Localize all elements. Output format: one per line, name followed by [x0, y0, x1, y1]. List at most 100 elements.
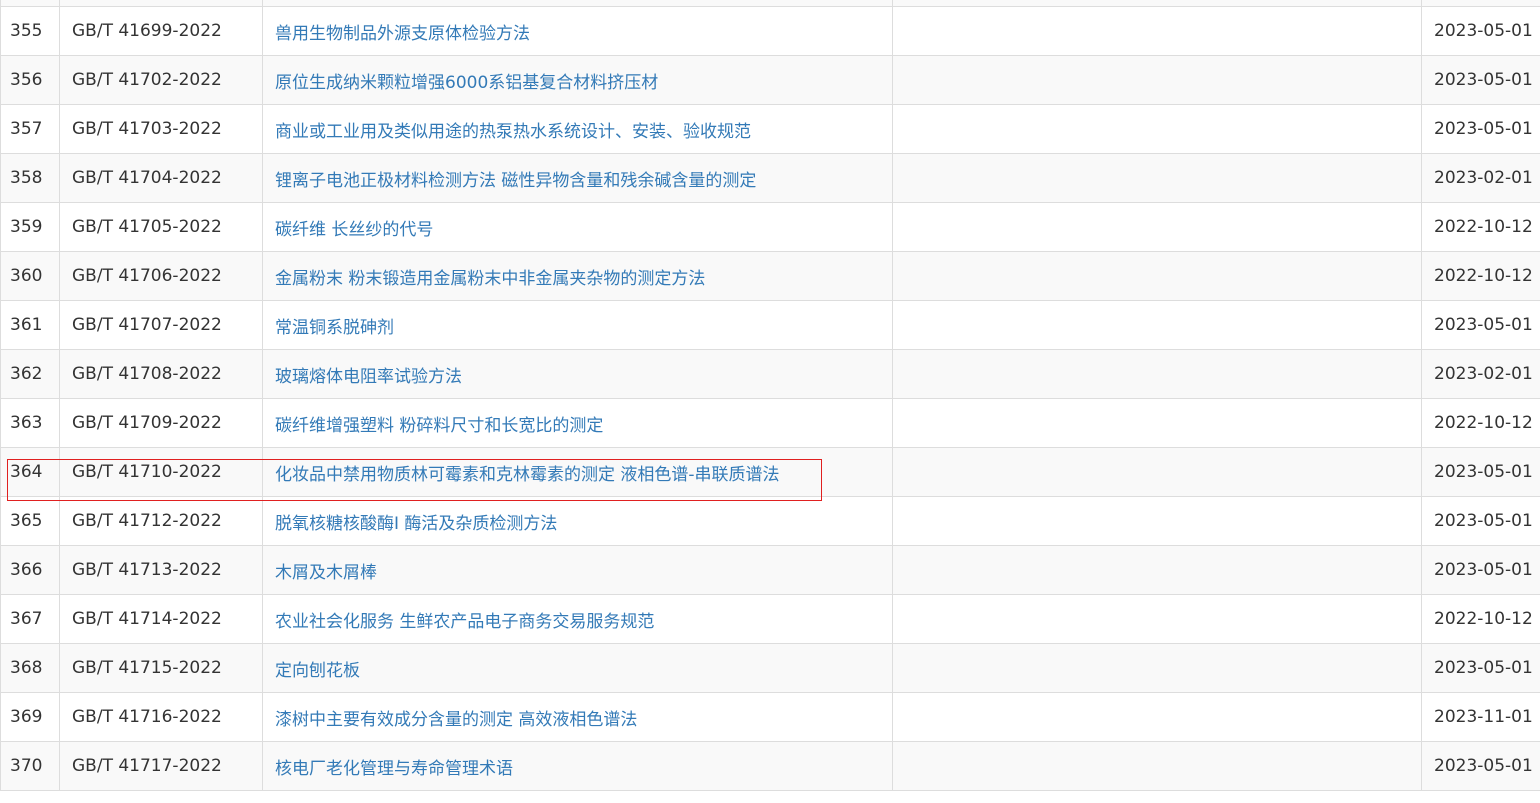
standard-title-cell: 商业或工业用及类似用途的热泵热水系统设计、安装、验收规范	[262, 104, 893, 154]
standards-table: 354 355 GB/T 41699-2022 兽用生物制品外源支原体检验方法 …	[0, 0, 1540, 791]
standard-title-cell: 锂离子电池正极材料检测方法 磁性异物含量和残余碱含量的测定	[262, 153, 893, 203]
table-row: 370 GB/T 41717-2022 核电厂老化管理与寿命管理术语 2023-…	[0, 741, 1540, 791]
standard-title-link[interactable]: 原位生成纳米颗粒增强6000系铝基复合材料挤压材	[275, 73, 658, 93]
row-number: 370	[0, 741, 60, 791]
empty-cell	[892, 300, 1422, 350]
standard-title-link[interactable]: 常温铜系脱砷剂	[275, 318, 394, 338]
standard-code: GB/T 41716-2022	[59, 692, 263, 742]
standard-title-cell: 定向刨花板	[262, 643, 893, 693]
standard-title-link[interactable]: 漆树中主要有效成分含量的测定 高效液相色谱法	[275, 710, 637, 730]
standard-title-link[interactable]: 碳纤维增强塑料 粉碎料尺寸和长宽比的测定	[275, 416, 603, 436]
standard-code: GB/T 41704-2022	[59, 153, 263, 203]
standard-code: GB/T 41708-2022	[59, 349, 263, 399]
standard-title-link[interactable]: 锂离子电池正极材料检测方法 磁性异物含量和残余碱含量的测定	[275, 171, 756, 191]
standards-table-container: 354 355 GB/T 41699-2022 兽用生物制品外源支原体检验方法 …	[0, 0, 1540, 791]
table-row: 360 GB/T 41706-2022 金属粉末 粉末锻造用金属粉末中非金属夹杂…	[0, 251, 1540, 301]
empty-cell	[892, 496, 1422, 546]
implementation-date: 2022-10-12	[1421, 251, 1540, 301]
row-number: 365	[0, 496, 60, 546]
row-number: 368	[0, 643, 60, 693]
standard-title-link[interactable]: 核电厂老化管理与寿命管理术语	[275, 759, 513, 779]
empty-cell	[892, 6, 1422, 56]
standard-code: GB/T 41707-2022	[59, 300, 263, 350]
implementation-date: 2023-05-01	[1421, 6, 1540, 56]
standard-title-cell: 漆树中主要有效成分含量的测定 高效液相色谱法	[262, 692, 893, 742]
row-number: 355	[0, 6, 60, 56]
standard-title-link[interactable]: 农业社会化服务 生鲜农产品电子商务交易服务规范	[275, 612, 654, 632]
table-row: 356 GB/T 41702-2022 原位生成纳米颗粒增强6000系铝基复合材…	[0, 55, 1540, 105]
implementation-date: 2023-05-01	[1421, 300, 1540, 350]
row-number: 356	[0, 55, 60, 105]
row-number: 361	[0, 300, 60, 350]
empty-cell	[892, 594, 1422, 644]
implementation-date: 2023-05-01	[1421, 104, 1540, 154]
standard-title-cell: 玻璃熔体电阻率试验方法	[262, 349, 893, 399]
empty-cell	[892, 398, 1422, 448]
table-row: 365 GB/T 41712-2022 脱氧核糖核酸酶I 酶活及杂质检测方法 2…	[0, 496, 1540, 546]
implementation-date: 2023-05-01	[1421, 496, 1540, 546]
row-number: 359	[0, 202, 60, 252]
empty-cell	[892, 545, 1422, 595]
empty-cell	[892, 202, 1422, 252]
implementation-date: 2022-10-12	[1421, 398, 1540, 448]
standard-code: GB/T 41713-2022	[59, 545, 263, 595]
standard-title-cell: 原位生成纳米颗粒增强6000系铝基复合材料挤压材	[262, 55, 893, 105]
empty-cell	[892, 104, 1422, 154]
standard-title-link[interactable]: 商业或工业用及类似用途的热泵热水系统设计、安装、验收规范	[275, 122, 751, 142]
standard-title-link[interactable]: 木屑及木屑棒	[275, 563, 377, 583]
empty-cell	[892, 692, 1422, 742]
row-number: 367	[0, 594, 60, 644]
standard-code: GB/T 41717-2022	[59, 741, 263, 791]
implementation-date: 2023-11-01	[1421, 692, 1540, 742]
table-row: 363 GB/T 41709-2022 碳纤维增强塑料 粉碎料尺寸和长宽比的测定…	[0, 398, 1540, 448]
table-row: 357 GB/T 41703-2022 商业或工业用及类似用途的热泵热水系统设计…	[0, 104, 1540, 154]
empty-cell	[892, 741, 1422, 791]
row-number: 363	[0, 398, 60, 448]
table-row: 367 GB/T 41714-2022 农业社会化服务 生鲜农产品电子商务交易服…	[0, 594, 1540, 644]
table-row: 358 GB/T 41704-2022 锂离子电池正极材料检测方法 磁性异物含量…	[0, 153, 1540, 203]
table-row: 355 GB/T 41699-2022 兽用生物制品外源支原体检验方法 2023…	[0, 6, 1540, 56]
standard-title-cell: 金属粉末 粉末锻造用金属粉末中非金属夹杂物的测定方法	[262, 251, 893, 301]
empty-cell	[892, 251, 1422, 301]
standard-code: GB/T 41712-2022	[59, 496, 263, 546]
standard-title-link[interactable]: 兽用生物制品外源支原体检验方法	[275, 24, 530, 44]
empty-cell	[892, 349, 1422, 399]
implementation-date: 2023-02-01	[1421, 153, 1540, 203]
standard-title-link[interactable]: 金属粉末 粉末锻造用金属粉末中非金属夹杂物的测定方法	[275, 269, 705, 289]
implementation-date: 2023-05-01	[1421, 447, 1540, 497]
implementation-date: 2022-10-12	[1421, 594, 1540, 644]
standard-title-cell: 木屑及木屑棒	[262, 545, 893, 595]
standard-code: GB/T 41715-2022	[59, 643, 263, 693]
implementation-date: 2023-05-01	[1421, 545, 1540, 595]
table-row: 359 GB/T 41705-2022 碳纤维 长丝纱的代号 2022-10-1…	[0, 202, 1540, 252]
implementation-date: 2023-05-01	[1421, 643, 1540, 693]
table-row: 368 GB/T 41715-2022 定向刨花板 2023-05-01	[0, 643, 1540, 693]
row-number: 362	[0, 349, 60, 399]
empty-cell	[892, 153, 1422, 203]
standard-title-link[interactable]: 定向刨花板	[275, 661, 360, 681]
row-number: 366	[0, 545, 60, 595]
standard-title-link[interactable]: 脱氧核糖核酸酶I 酶活及杂质检测方法	[275, 514, 557, 534]
row-number: 357	[0, 104, 60, 154]
standard-code: GB/T 41702-2022	[59, 55, 263, 105]
implementation-date: 2023-02-01	[1421, 349, 1540, 399]
empty-cell	[892, 55, 1422, 105]
standard-title-cell: 碳纤维 长丝纱的代号	[262, 202, 893, 252]
standard-title-cell: 核电厂老化管理与寿命管理术语	[262, 741, 893, 791]
standard-code: GB/T 41703-2022	[59, 104, 263, 154]
implementation-date: 2023-05-01	[1421, 55, 1540, 105]
standard-title-link[interactable]: 玻璃熔体电阻率试验方法	[275, 367, 462, 387]
standard-title-cell: 碳纤维增强塑料 粉碎料尺寸和长宽比的测定	[262, 398, 893, 448]
standard-title-link[interactable]: 化妆品中禁用物质林可霉素和克林霉素的测定 液相色谱-串联质谱法	[275, 465, 780, 485]
standard-code: GB/T 41710-2022	[59, 447, 263, 497]
table-row: 369 GB/T 41716-2022 漆树中主要有效成分含量的测定 高效液相色…	[0, 692, 1540, 742]
row-number: 364	[0, 447, 60, 497]
standard-title-link[interactable]: 碳纤维 长丝纱的代号	[275, 220, 433, 240]
row-number: 369	[0, 692, 60, 742]
empty-cell	[892, 643, 1422, 693]
standard-title-cell: 农业社会化服务 生鲜农产品电子商务交易服务规范	[262, 594, 893, 644]
implementation-date: 2023-05-01	[1421, 741, 1540, 791]
standard-code: GB/T 41709-2022	[59, 398, 263, 448]
standard-title-cell: 化妆品中禁用物质林可霉素和克林霉素的测定 液相色谱-串联质谱法	[262, 447, 893, 497]
row-number: 358	[0, 153, 60, 203]
